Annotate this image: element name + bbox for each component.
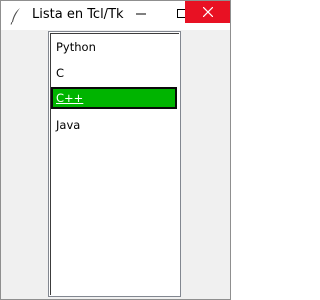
list-item-cpp-selected[interactable]: C++ (51, 87, 177, 109)
window-client-area: Python C C++ Java (1, 30, 230, 299)
language-listbox[interactable]: Python C C++ Java (48, 31, 181, 297)
list-item-label: C (56, 66, 65, 80)
list-item-label: Python (56, 40, 96, 54)
title-bar[interactable]: Lista en Tcl/Tk (1, 1, 230, 30)
list-item-label: C++ (56, 91, 84, 105)
minimize-button[interactable] (126, 1, 156, 27)
list-item-java[interactable]: Java (51, 114, 177, 136)
list-item-label: Java (56, 118, 81, 132)
close-button[interactable] (185, 1, 230, 23)
list-item-c[interactable]: C (51, 62, 177, 84)
window-title: Lista en Tcl/Tk (32, 7, 124, 22)
minimize-icon (136, 13, 146, 15)
list-item-python[interactable]: Python (51, 36, 177, 58)
app-window: Lista en Tcl/Tk Python C C++ Java (0, 0, 231, 300)
feather-icon (10, 7, 22, 25)
close-icon (202, 7, 213, 17)
